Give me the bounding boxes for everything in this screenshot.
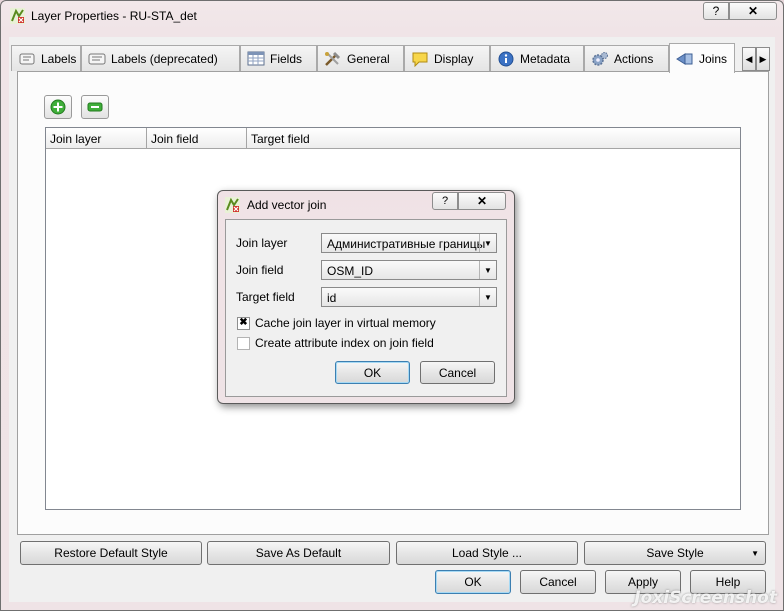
layer-properties-window: Layer Properties - RU-STA_det ? ✕ Labels…: [0, 0, 784, 611]
tools-icon: [324, 51, 342, 67]
column-join-field[interactable]: Join field: [147, 128, 247, 149]
labels-deprecated-icon: [88, 51, 106, 67]
tab-labels-deprecated[interactable]: Labels (deprecated): [81, 45, 240, 71]
restore-default-style-button[interactable]: Restore Default Style: [20, 541, 202, 565]
save-style-button[interactable]: Save Style ▼: [584, 541, 766, 565]
title-bar[interactable]: Layer Properties - RU-STA_det ? ✕: [1, 1, 783, 31]
tab-labels-deprecated-label: Labels (deprecated): [111, 51, 218, 66]
dropdown-arrow-icon: ▼: [751, 549, 759, 558]
join-field-combo[interactable]: OSM_ID ▼: [321, 260, 497, 280]
cancel-button[interactable]: Cancel: [520, 570, 596, 594]
chevron-down-icon: ▼: [479, 261, 496, 279]
labels-icon: [18, 51, 36, 67]
window-title: Layer Properties - RU-STA_det: [31, 9, 197, 23]
target-field-value: id: [327, 291, 337, 305]
tab-metadata[interactable]: Metadata: [490, 45, 584, 71]
chevron-down-icon: ▼: [479, 288, 496, 306]
gears-icon: [591, 51, 609, 67]
create-index-label: Create attribute index on join field: [255, 336, 434, 350]
tab-actions-label: Actions: [614, 51, 654, 66]
arrow-left-icon: ◀: [745, 53, 753, 64]
window-help-button[interactable]: ?: [703, 2, 729, 20]
tab-actions[interactable]: Actions: [584, 45, 669, 71]
tab-general-label: General: [347, 51, 390, 66]
tab-joins-label: Joins: [699, 51, 728, 66]
ok-button[interactable]: OK: [435, 570, 511, 594]
dialog-title: Add vector join: [247, 198, 327, 212]
join-field-label: Join field: [236, 263, 284, 277]
cache-join-layer-checkbox-row[interactable]: ✖ Cache join layer in virtual memory: [237, 316, 436, 330]
target-field-label: Target field: [236, 290, 295, 304]
cache-join-layer-checkbox[interactable]: ✖: [237, 316, 250, 330]
dialog-ok-button[interactable]: OK: [335, 361, 410, 384]
create-index-checkbox-row[interactable]: Create attribute index on join field: [237, 336, 434, 350]
dialog-close-button[interactable]: ✕: [458, 192, 506, 210]
tab-labels-label: Labels: [41, 51, 77, 66]
tab-labels[interactable]: Labels: [11, 45, 81, 71]
help-glyph: ?: [712, 4, 720, 18]
fields-table-icon: [247, 51, 265, 67]
plus-icon: [50, 99, 66, 115]
target-field-combo[interactable]: id ▼: [321, 287, 497, 307]
add-join-button[interactable]: [44, 95, 72, 119]
joins-table-header: Join layer Join field Target field: [46, 128, 740, 149]
join-layer-label: Join layer: [236, 236, 288, 250]
qgis-app-icon: [225, 197, 240, 213]
qgis-app-icon: [10, 8, 25, 24]
tab-display[interactable]: Display: [404, 45, 490, 71]
dialog-cancel-button[interactable]: Cancel: [420, 361, 495, 384]
screenshot-watermark: JoxiScreenshot: [634, 588, 777, 608]
column-join-layer[interactable]: Join layer: [46, 128, 147, 149]
help-glyph: ?: [441, 195, 449, 207]
tab-scroll-right-button[interactable]: ▶: [756, 47, 770, 71]
tab-scroll-left-button[interactable]: ◀: [742, 47, 756, 71]
tab-general[interactable]: General: [317, 45, 404, 71]
save-style-label: Save Style: [646, 546, 704, 560]
joins-icon: [676, 51, 694, 67]
tab-bar: Labels Labels (deprecated) Fields Genera…: [11, 43, 770, 73]
save-as-default-button[interactable]: Save As Default: [207, 541, 390, 565]
tab-joins[interactable]: Joins: [669, 43, 735, 73]
join-field-value: OSM_ID: [327, 264, 374, 278]
cache-join-layer-label: Cache join layer in virtual memory: [255, 316, 436, 330]
column-target-field[interactable]: Target field: [247, 128, 740, 149]
join-layer-combo[interactable]: Административные границы ▼: [321, 233, 497, 253]
info-icon: [497, 51, 515, 67]
minus-icon: [87, 102, 103, 112]
add-vector-join-dialog: Add vector join ? ✕ Join layer Администр…: [217, 190, 515, 404]
tab-fields[interactable]: Fields: [240, 45, 317, 71]
chevron-down-icon: ▼: [479, 234, 496, 252]
window-close-button[interactable]: ✕: [729, 2, 777, 20]
tab-metadata-label: Metadata: [520, 51, 571, 66]
speech-bubble-icon: [411, 51, 429, 67]
tab-display-label: Display: [434, 51, 474, 66]
create-index-checkbox[interactable]: [237, 336, 250, 350]
remove-join-button[interactable]: [81, 95, 109, 119]
tab-fields-label: Fields: [270, 51, 303, 66]
join-layer-value: Административные границы: [327, 237, 486, 251]
arrow-right-icon: ▶: [759, 53, 767, 64]
close-icon: ✕: [476, 194, 488, 208]
close-icon: ✕: [747, 4, 759, 18]
dialog-help-button[interactable]: ?: [432, 192, 458, 210]
load-style-button[interactable]: Load Style ...: [396, 541, 578, 565]
